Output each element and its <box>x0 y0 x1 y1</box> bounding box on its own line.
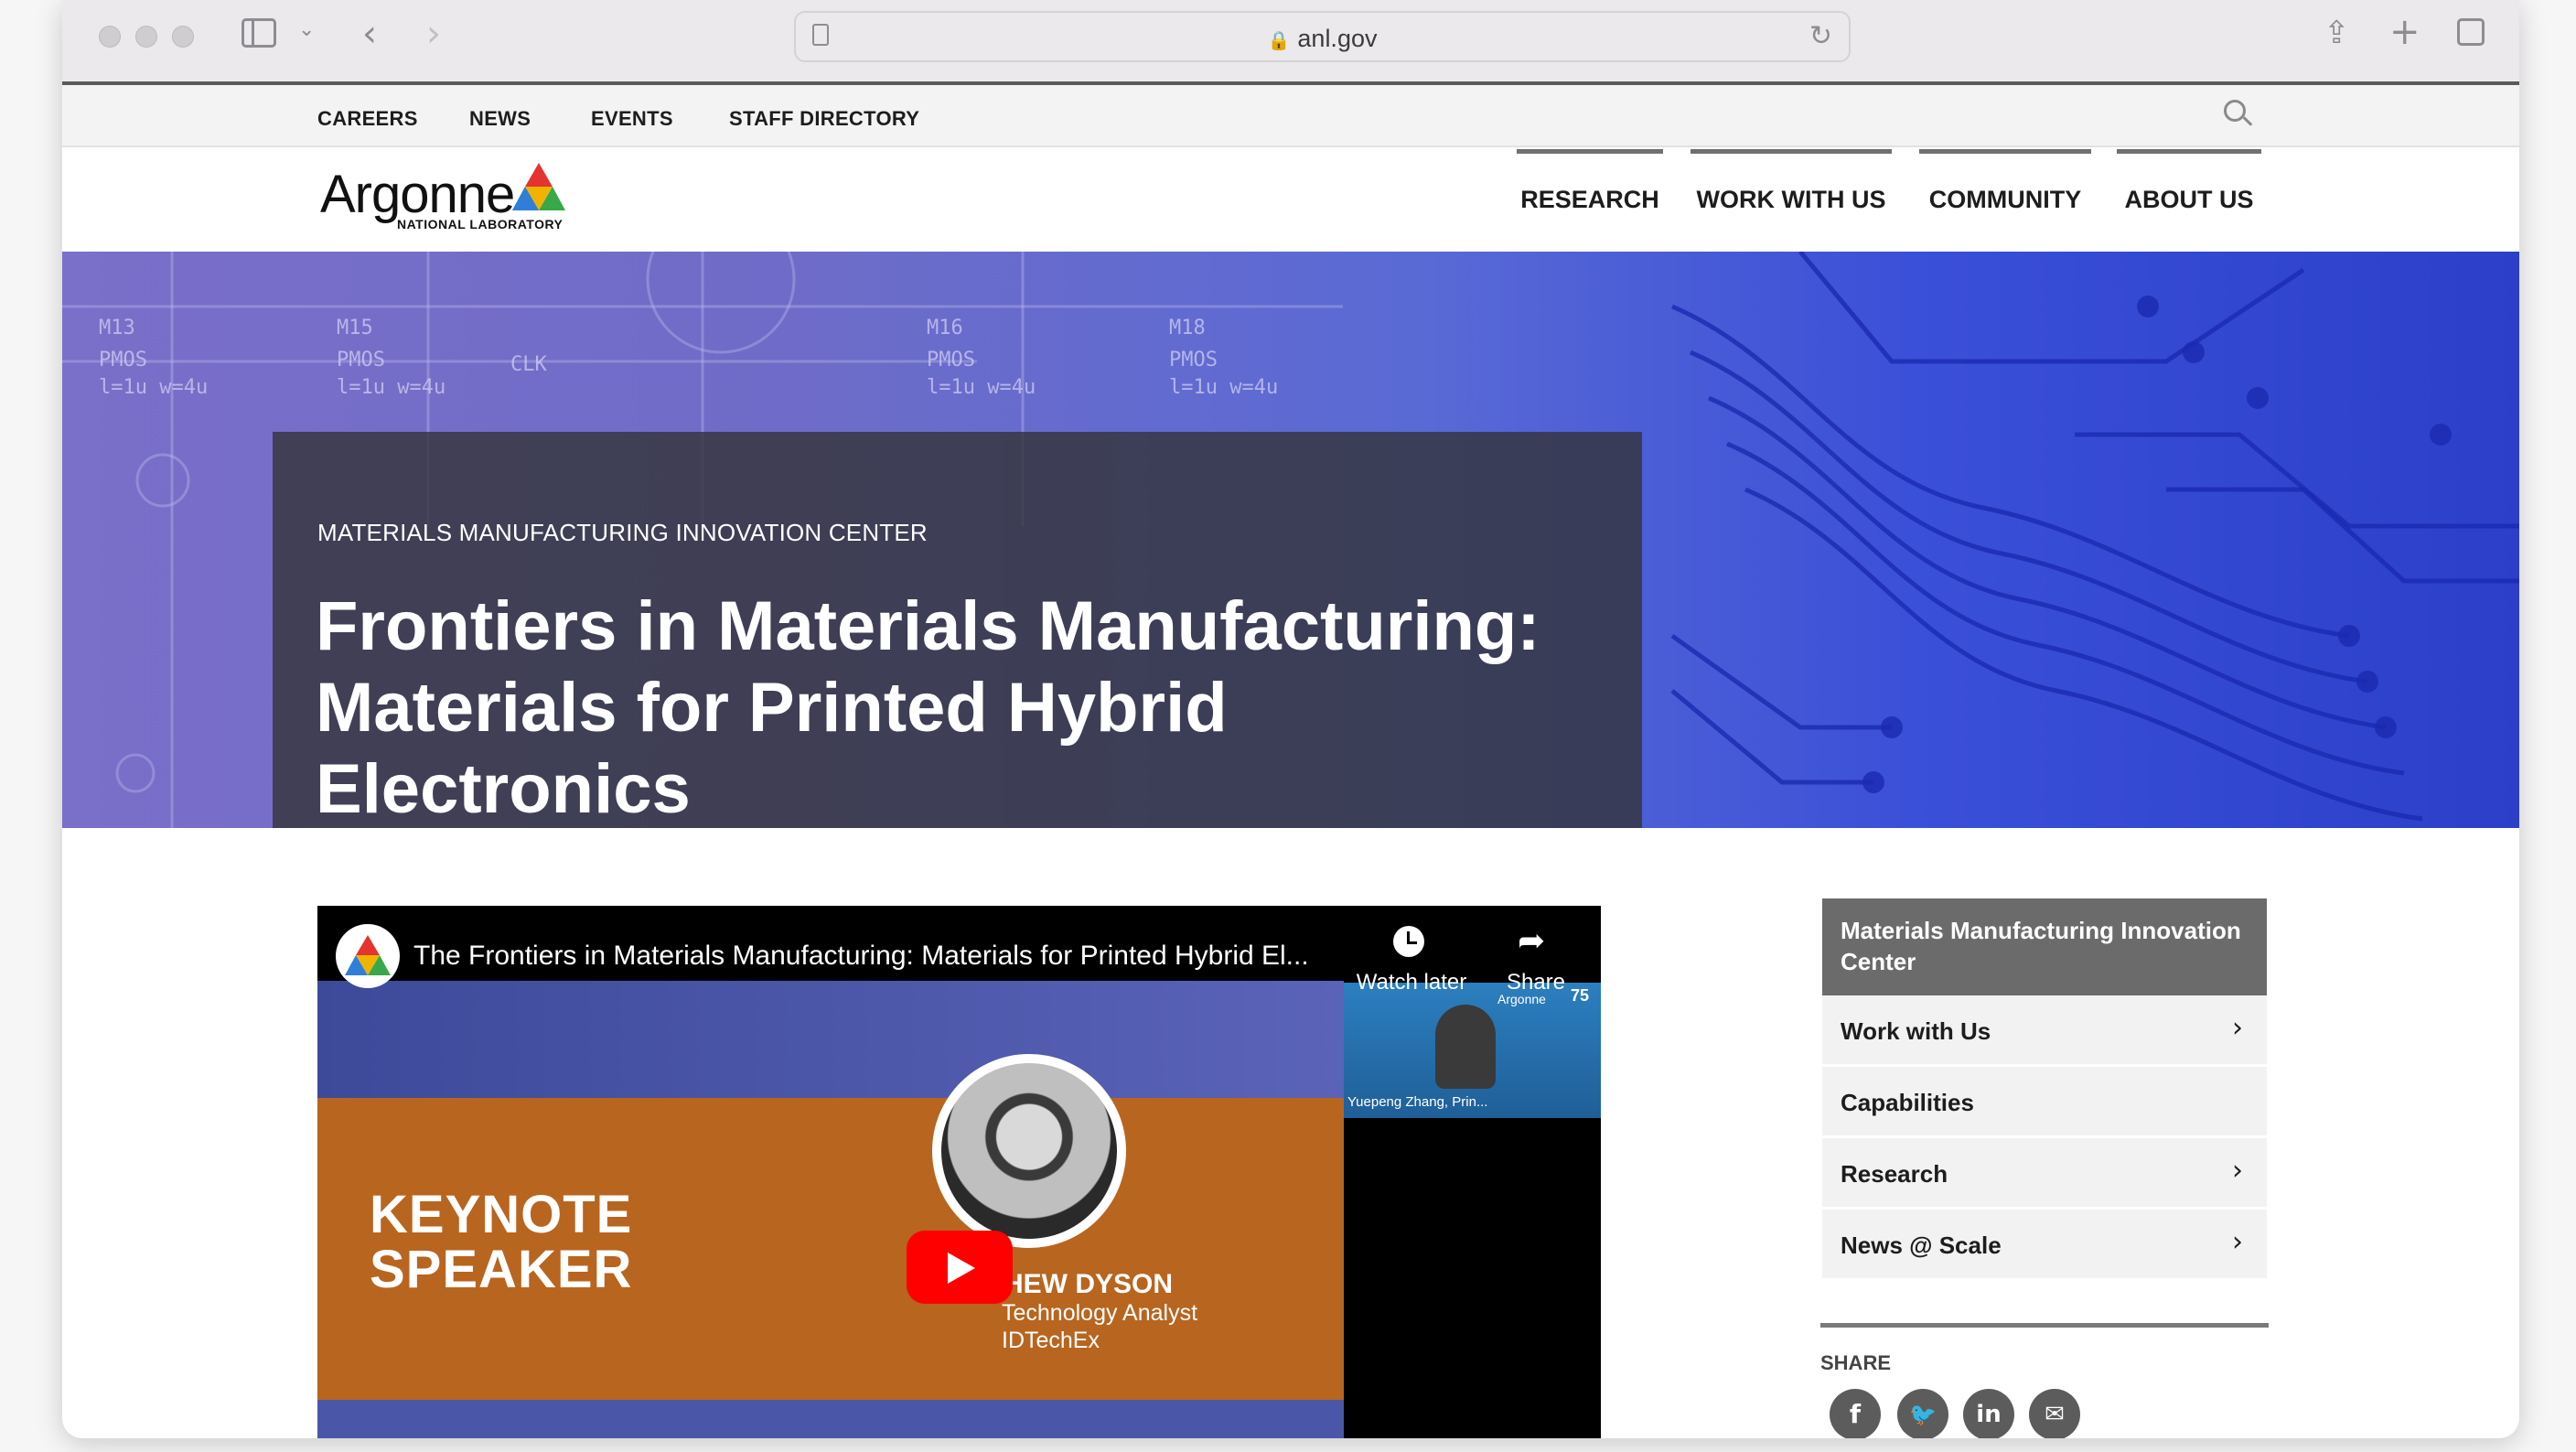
share-icon[interactable]: ⇪ <box>2324 15 2350 51</box>
clock-icon <box>1393 926 1424 957</box>
back-arrow-icon[interactable]: ‹ <box>362 13 377 55</box>
keynote-heading: KEYNOTE SPEAKER <box>370 1185 633 1299</box>
youtube-video-embed[interactable]: KEYNOTE SPEAKER HEW DYSON Technology Ana… <box>317 906 1601 1438</box>
browser-toolbar: ⌄ ‹ › 🔒 anl.gov ↻ ⇪ + <box>62 0 2519 85</box>
sidebar-item-research[interactable]: Research › <box>1822 1138 2267 1210</box>
section-sidebar: Materials Manufacturing Innovation Cente… <box>1822 898 2267 1281</box>
reload-icon[interactable]: ↻ <box>1809 20 1832 52</box>
speaker-portrait <box>932 1054 1126 1248</box>
video-slide-top <box>317 981 1344 1098</box>
chevron-down-icon[interactable]: ⌄ <box>298 18 315 41</box>
speaker-name: HEW DYSON <box>1004 1269 1174 1299</box>
hero-eyebrow: MATERIALS MANUFACTURING INNOVATION CENTE… <box>317 519 928 546</box>
share-video-button[interactable]: ➦ Share <box>1490 906 1582 995</box>
new-tab-icon[interactable]: + <box>2389 11 2420 53</box>
hero-title: Frontiers in Materials Manufacturing: Ma… <box>316 587 1540 828</box>
speaker-org: IDTechEx <box>1002 1328 1100 1353</box>
share-arrow-icon: ➦ <box>1518 922 1546 960</box>
sidebar-item-capabilities[interactable]: Capabilities <box>1822 1067 2267 1138</box>
util-link-staff-directory[interactable]: STAFF DIRECTORY <box>729 107 919 131</box>
circuit-label: PMOS <box>1169 349 1218 371</box>
sidebar-item-label: News @ Scale <box>1841 1232 2002 1259</box>
nav-work-with-us[interactable]: WORK WITH US <box>1690 147 1892 252</box>
circuit-label: M16 <box>927 317 963 339</box>
circuit-label: CLK <box>510 353 547 376</box>
video-title[interactable]: The Frontiers in Materials Manufacturing… <box>413 941 1347 972</box>
circuit-label: M18 <box>1169 317 1206 339</box>
util-link-news[interactable]: NEWS <box>469 107 531 131</box>
circuit-label: PMOS <box>337 349 385 371</box>
circuit-label: l=1u w=4u <box>337 376 445 399</box>
share-divider <box>1820 1323 2269 1328</box>
twitter-icon[interactable]: 🐦 <box>1897 1389 1948 1438</box>
facebook-icon[interactable]: f <box>1830 1389 1881 1438</box>
lock-icon: 🔒 <box>1267 31 1291 51</box>
watch-later-label: Watch later <box>1356 970 1467 995</box>
address-bar[interactable]: 🔒 anl.gov ↻ <box>794 11 1851 62</box>
sidebar-item-work-with-us[interactable]: Work with Us › <box>1822 995 2267 1067</box>
site-header: Argonne NATIONAL LABORATORY RESEARCH WOR… <box>62 147 2519 252</box>
browser-window: ⌄ ‹ › 🔒 anl.gov ↻ ⇪ + CAREERS NEWS EVENTS… <box>62 0 2519 1438</box>
nav-community[interactable]: COMMUNITY <box>1919 147 2091 252</box>
argonne-triangle-icon <box>512 163 565 210</box>
channel-logo-icon[interactable] <box>336 924 400 988</box>
share-video-label: Share <box>1506 970 1566 995</box>
circuit-label: M13 <box>99 317 135 339</box>
logo-wordmark: Argonne <box>320 165 515 224</box>
util-link-events[interactable]: EVENTS <box>591 107 673 131</box>
chevron-right-icon: › <box>2232 1012 2243 1044</box>
presenter-figure <box>1435 1005 1496 1089</box>
sidebar-toggle-icon[interactable] <box>242 18 276 48</box>
minimize-window-button[interactable] <box>135 26 157 48</box>
url-text: 🔒 anl.gov <box>796 25 1849 53</box>
chevron-right-icon: › <box>2232 1155 2243 1187</box>
nav-work-with-us-label: WORK WITH US <box>1696 186 1886 213</box>
circuit-label: l=1u w=4u <box>1169 376 1278 399</box>
video-slide-bottom <box>317 1400 1344 1438</box>
forward-arrow-icon[interactable]: › <box>426 13 441 55</box>
chevron-right-icon: › <box>2232 1226 2243 1258</box>
thumb-caption: Yuepeng Zhang, Prin... <box>1347 1094 1488 1110</box>
desktop-background: ⌄ ‹ › 🔒 anl.gov ↻ ⇪ + CAREERS NEWS EVENTS… <box>0 0 2576 1452</box>
watch-later-button[interactable]: Watch later <box>1347 906 1476 995</box>
circuit-label: l=1u w=4u <box>927 376 1036 399</box>
search-icon[interactable] <box>2224 100 2255 131</box>
youtube-play-button[interactable] <box>907 1231 1013 1304</box>
sidebar-item-news-at-scale[interactable]: News @ Scale › <box>1822 1210 2267 1281</box>
share-label: SHARE <box>1820 1351 1892 1374</box>
sidebar-item-label: Capabilities <box>1841 1089 1974 1116</box>
zoom-window-button[interactable] <box>172 26 194 48</box>
speaker-role: Technology Analyst IDTechEx <box>1002 1299 1197 1354</box>
circuit-label: PMOS <box>99 349 147 371</box>
circuit-label: M15 <box>337 317 373 339</box>
nav-research[interactable]: RESEARCH <box>1517 147 1663 252</box>
utility-nav: CAREERS NEWS EVENTS STAFF DIRECTORY <box>62 85 2519 147</box>
util-link-careers[interactable]: CAREERS <box>317 107 418 131</box>
email-icon[interactable]: ✉ <box>2029 1389 2080 1438</box>
nav-community-label: COMMUNITY <box>1928 186 2082 213</box>
nav-research-label: RESEARCH <box>1520 186 1659 213</box>
circuit-label: l=1u w=4u <box>99 376 208 399</box>
tab-overview-icon[interactable] <box>2457 18 2485 46</box>
sidebar-item-label: Work with Us <box>1841 1017 1991 1045</box>
close-window-button[interactable] <box>99 26 121 48</box>
logo-subtitle: NATIONAL LABORATORY <box>397 217 564 231</box>
nav-about-us-label: ABOUT US <box>2124 186 2254 213</box>
sidebar-item-label: Research <box>1841 1160 1948 1188</box>
video-title-bar: The Frontiers in Materials Manufacturing… <box>317 906 1601 995</box>
circuit-label: PMOS <box>927 349 975 371</box>
nav-about-us[interactable]: ABOUT US <box>2117 147 2261 252</box>
speaker-role-title: Technology Analyst <box>1002 1300 1198 1326</box>
url-value: anl.gov <box>1297 25 1378 52</box>
linkedin-icon[interactable]: in <box>1963 1389 2014 1438</box>
video-thumbnail[interactable]: Argonne 75 Yuepeng Zhang, Prin... <box>1344 983 1601 1118</box>
sidebar-heading[interactable]: Materials Manufacturing Innovation Cente… <box>1822 898 2267 995</box>
